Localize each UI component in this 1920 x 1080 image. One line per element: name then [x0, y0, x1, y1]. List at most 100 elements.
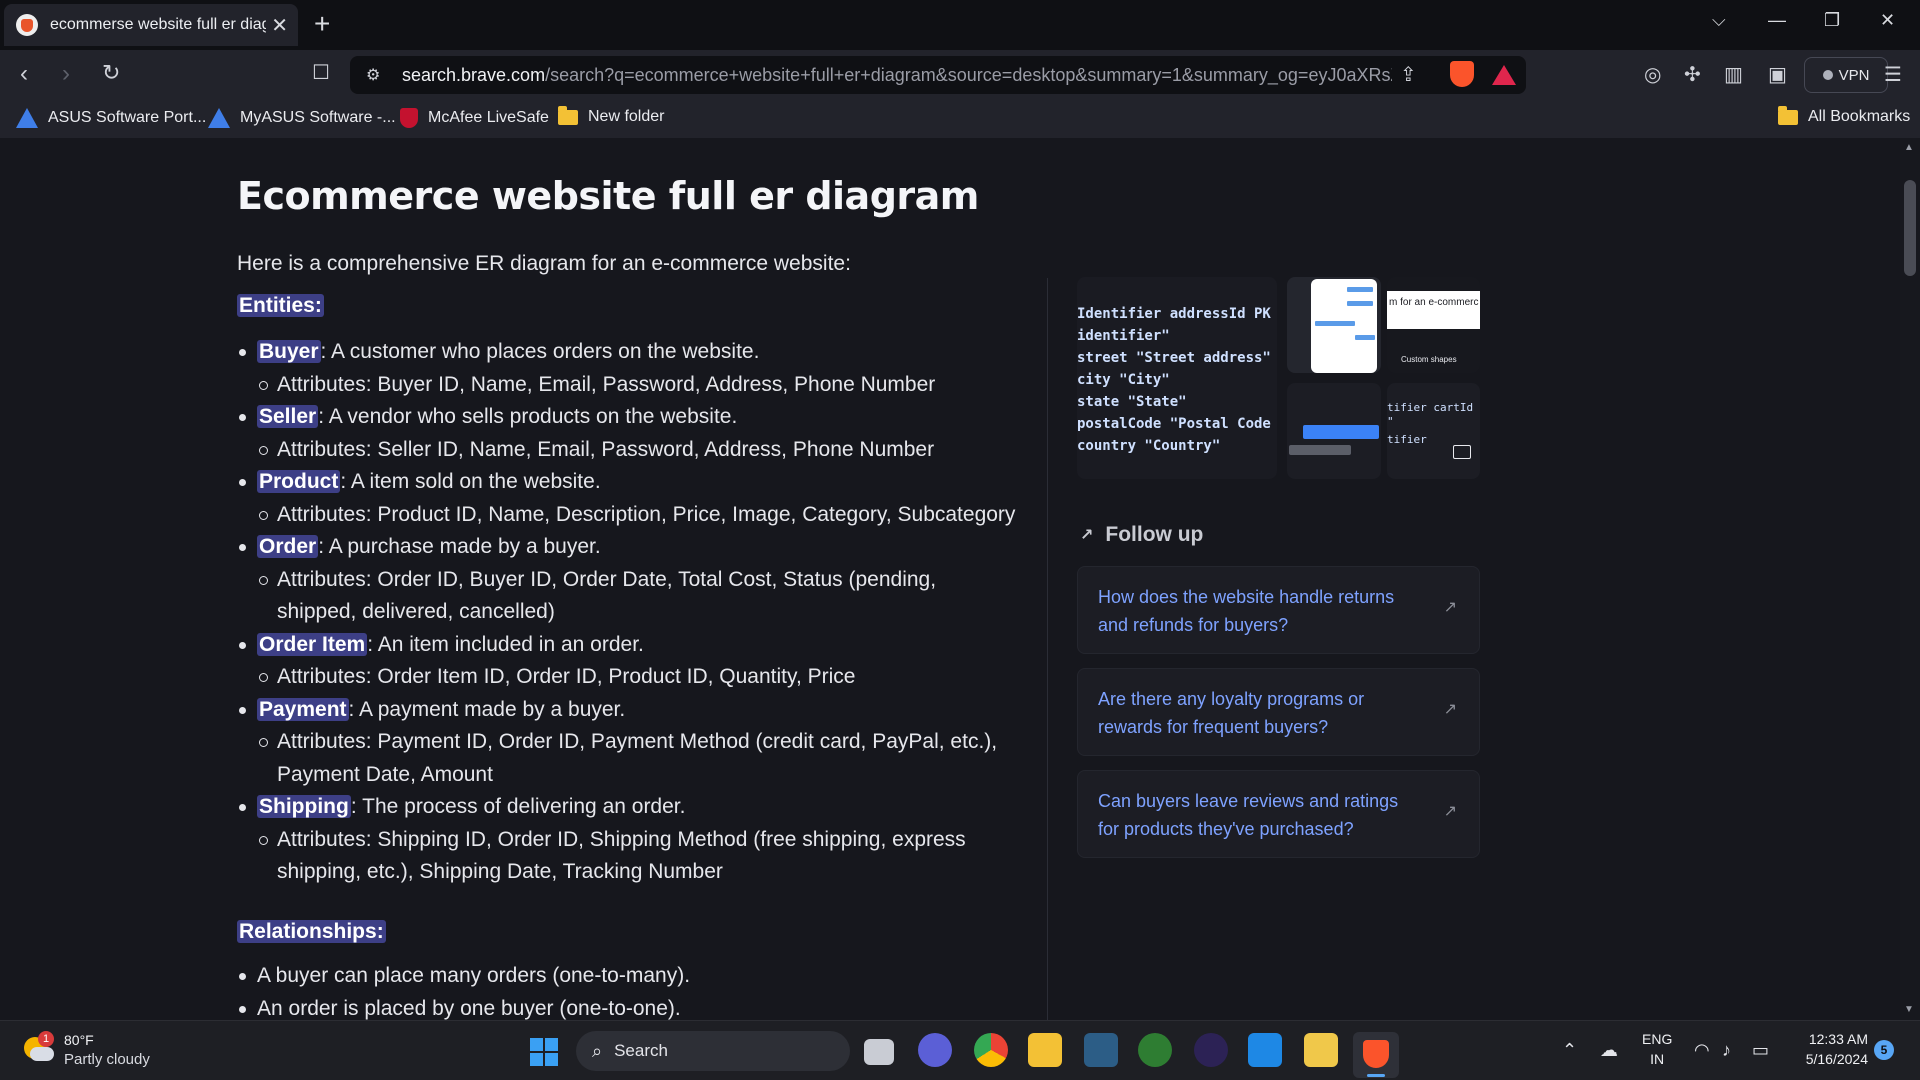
tab-search-chevron-icon[interactable]: ⌵ [1712, 10, 1726, 31]
entities-list: Buyer: A customer who places orders on t… [237, 336, 1017, 889]
follow-up-item[interactable]: Can buyers leave reviews and ratings for… [1077, 770, 1480, 858]
attribute-item: Attributes: Product ID, Name, Descriptio… [237, 499, 1017, 532]
all-bookmarks[interactable]: All Bookmarks [1778, 105, 1910, 126]
vpn-label: VPN [1838, 66, 1870, 84]
tab-active[interactable]: ecommerse website full er diagram ✕ [4, 4, 298, 46]
tab-title: ecommerse website full er diagram [50, 16, 266, 33]
windows-start-icon[interactable] [530, 1038, 558, 1066]
teams-chat-icon[interactable] [918, 1033, 952, 1067]
code-line: street "Street address" [1077, 350, 1271, 366]
page-scrollbar[interactable]: ▲ ▼ [1900, 138, 1920, 1020]
url-text[interactable]: search.brave.com/search?q=ecommerce+webs… [402, 65, 1392, 86]
asus-icon [16, 108, 38, 128]
brave-rewards-icon[interactable] [1492, 65, 1516, 85]
page-content: Ecommerce website full er diagram Here i… [0, 138, 1900, 1020]
file-explorer-icon[interactable] [1028, 1033, 1062, 1067]
follow-up-item[interactable]: Are there any loyalty programs or reward… [1077, 668, 1480, 756]
arrow-up-right-icon: ↗ [1443, 599, 1457, 616]
image-thumbnail[interactable]: Identifier addressId PK identifier" stre… [1077, 277, 1277, 479]
code-line: country "Country" [1077, 438, 1221, 454]
partly-cloudy-icon: 1 [24, 1031, 54, 1065]
forward-icon[interactable]: › [62, 60, 70, 88]
battery-icon[interactable]: ▭ [1752, 1040, 1769, 1061]
sticky-notes-icon[interactable] [1304, 1033, 1338, 1067]
weather-temp: 80°F [64, 1032, 94, 1048]
wallet-icon[interactable]: ▣ [1768, 62, 1787, 87]
extensions-icon[interactable]: ✣ [1684, 62, 1701, 87]
leo-ai-icon[interactable]: ◎ [1644, 62, 1661, 87]
close-window-icon[interactable]: ✕ [1880, 10, 1895, 31]
bookmarks-bar: ASUS Software Port... MyASUS Software -.… [0, 100, 1920, 138]
close-tab-icon[interactable]: ✕ [271, 13, 288, 38]
scroll-up-icon[interactable]: ▲ [1904, 142, 1914, 153]
follow-up-text[interactable]: Can buyers leave reviews and ratings for… [1098, 787, 1418, 843]
app-icon[interactable] [1138, 1033, 1172, 1067]
taskbar-search[interactable]: ⌕ Search [576, 1031, 850, 1071]
chevron-up-icon[interactable]: ⌃ [1562, 1040, 1577, 1061]
brave-icon [1363, 1040, 1389, 1068]
clock[interactable]: 12:33 AM 5/16/2024 [1796, 1029, 1868, 1069]
sidebar-icon[interactable]: ▥ [1724, 62, 1743, 87]
vpn-button[interactable]: VPN [1804, 57, 1888, 93]
weather-widget[interactable]: 1 80°F Partly cloudy [24, 1031, 150, 1069]
list-item: Payment: A payment made by a buyer. [237, 694, 1017, 727]
wifi-icon[interactable]: ◠ [1694, 1040, 1710, 1061]
bookmark-new-folder[interactable]: New folder [558, 105, 664, 126]
bookmark-asus-portal[interactable]: ASUS Software Port... [16, 108, 206, 128]
column-divider [1047, 278, 1048, 1020]
folder-icon [558, 105, 578, 125]
onedrive-icon[interactable]: ☁ [1600, 1040, 1618, 1061]
scroll-thumb[interactable] [1904, 180, 1916, 276]
reload-icon[interactable]: ↻ [102, 60, 120, 86]
code-line: city "City" [1077, 372, 1170, 388]
weather-badge: 1 [38, 1031, 54, 1047]
back-icon[interactable]: ‹ [20, 60, 28, 88]
list-item: An order is placed by one buyer (one-to-… [237, 993, 1017, 1021]
folder-icon [1778, 105, 1798, 125]
brave-taskbar-button[interactable] [1353, 1032, 1399, 1078]
restore-icon[interactable]: ❐ [1824, 10, 1840, 31]
language-indicator[interactable]: ENG IN [1642, 1029, 1672, 1069]
share-icon[interactable]: ⇪ [1400, 62, 1417, 87]
asus-icon [208, 108, 230, 128]
relationships-list: A buyer can place many orders (one-to-ma… [237, 960, 1017, 1020]
bookmark-icon[interactable]: ☐ [312, 60, 330, 85]
site-settings-icon[interactable]: ⚙ [366, 65, 388, 85]
code-line: identifier" [1077, 328, 1170, 344]
chrome-icon[interactable] [974, 1033, 1008, 1067]
arrow-up-right-icon: ↗ [1080, 527, 1094, 544]
minimize-icon[interactable]: — [1768, 10, 1786, 31]
image-results: Identifier addressId PK identifier" stre… [1077, 277, 1480, 479]
list-item: A buyer can place many orders (one-to-ma… [237, 960, 1017, 993]
new-tab-icon[interactable]: + [314, 8, 330, 40]
image-thumbnail[interactable]: tifier cartId P " tifier [1387, 383, 1480, 479]
volume-icon[interactable]: ♪ [1722, 1040, 1731, 1061]
image-thumbnail[interactable] [1287, 383, 1381, 479]
list-item: Buyer: A customer who places orders on t… [237, 336, 1017, 369]
brave-shields-icon[interactable] [1450, 61, 1474, 87]
entities-heading: Entities: [237, 294, 324, 317]
address-bar[interactable]: ⚙ search.brave.com/search?q=ecommerce+we… [350, 56, 1526, 94]
follow-up-item[interactable]: How does the website handle returns and … [1077, 566, 1480, 654]
follow-up-text[interactable]: Are there any loyalty programs or reward… [1098, 685, 1418, 741]
follow-up-text[interactable]: How does the website handle returns and … [1098, 583, 1418, 639]
bookmark-mcafee[interactable]: McAfee LiveSafe [400, 108, 549, 128]
eclipse-icon[interactable] [1194, 1033, 1228, 1067]
image-thumbnail[interactable] [1287, 277, 1381, 373]
bookmark-myasus[interactable]: MyASUS Software -... [208, 108, 396, 128]
menu-icon[interactable]: ☰ [1884, 62, 1902, 87]
active-indicator [1367, 1074, 1385, 1077]
attribute-item: Attributes: Order Item ID, Order ID, Pro… [237, 661, 1017, 694]
arrow-up-right-icon: ↗ [1443, 701, 1457, 718]
mysql-workbench-icon[interactable] [1084, 1033, 1118, 1067]
list-item: Shipping: The process of delivering an o… [237, 791, 1017, 824]
attribute-item: Attributes: Buyer ID, Name, Email, Passw… [237, 369, 1017, 402]
notification-badge[interactable]: 5 [1874, 1040, 1894, 1060]
task-view-icon[interactable] [864, 1039, 894, 1065]
vscode-icon[interactable] [1248, 1033, 1282, 1067]
tab-bar: ecommerse website full er diagram ✕ + ⌵ … [0, 0, 1920, 50]
scroll-down-icon[interactable]: ▼ [1904, 1004, 1914, 1015]
more-images-icon[interactable] [1453, 445, 1471, 459]
attribute-item: Attributes: Shipping ID, Order ID, Shipp… [237, 824, 1017, 889]
image-thumbnail[interactable]: m for an e-commerc Custom shapes [1387, 277, 1480, 373]
